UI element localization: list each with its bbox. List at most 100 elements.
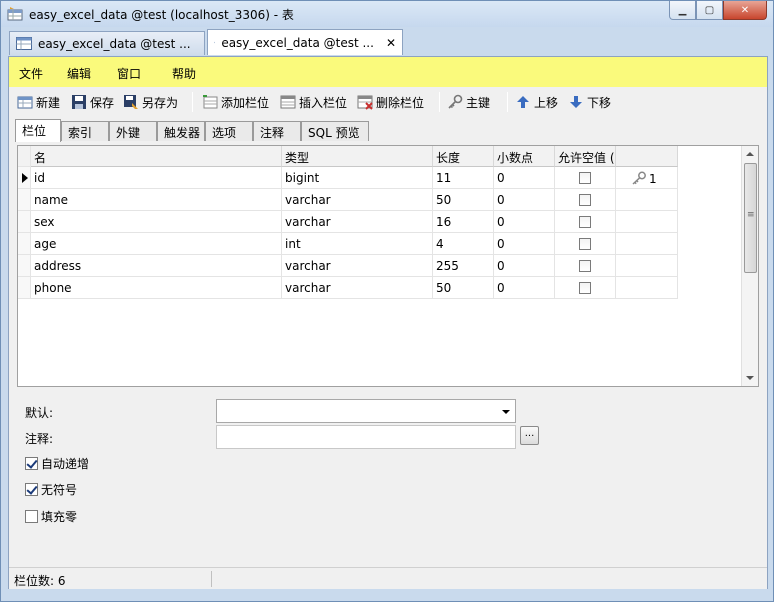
comment-field[interactable] (216, 425, 516, 449)
cell-name[interactable]: address (31, 255, 282, 277)
cell-type[interactable]: bigint (282, 167, 433, 189)
cell-decimals[interactable]: 0 (494, 255, 555, 277)
menu-help[interactable]: 帮助 (172, 65, 196, 82)
tab-options[interactable]: 选项 (205, 121, 253, 141)
delete-field-icon (357, 95, 373, 110)
auto-increment-checkbox[interactable] (25, 456, 38, 470)
close-window-button[interactable]: ✕ (723, 1, 767, 20)
cell-type[interactable]: varchar (282, 211, 433, 233)
save-as-button[interactable]: 另存为 (123, 93, 178, 111)
key-order: 1 (649, 172, 657, 186)
save-button[interactable]: 保存 (71, 93, 114, 111)
cell-name[interactable]: id (31, 167, 282, 189)
move-up-button[interactable]: 上移 (515, 93, 558, 111)
cell-key[interactable] (616, 255, 678, 277)
row-selector[interactable] (18, 211, 31, 233)
close-icon: ✕ (740, 4, 750, 16)
tab-foreign-keys[interactable]: 外键 (109, 121, 157, 141)
cell-length[interactable]: 50 (433, 189, 494, 211)
comment-editor-button[interactable]: ... (520, 426, 539, 445)
cell-type[interactable]: varchar (282, 189, 433, 211)
default-dropdown[interactable] (216, 399, 516, 423)
table-designer: 文件 编辑 窗口 帮助 新建 保存 另存为 添加栏位 插入栏位 删除栏位 主键 … (8, 56, 768, 589)
allow-null-checkbox[interactable] (579, 216, 591, 228)
doc-tab-1[interactable]: easy_excel_data @test ... (9, 31, 205, 55)
save-as-icon (124, 95, 138, 109)
table-row[interactable]: sex varchar 16 0 (18, 211, 678, 233)
cell-decimals[interactable]: 0 (494, 233, 555, 255)
allow-null-checkbox[interactable] (579, 238, 591, 250)
cell-type[interactable]: int (282, 233, 433, 255)
minimize-button[interactable]: ▁ (669, 1, 696, 20)
table-row[interactable]: phone varchar 50 0 (18, 277, 678, 299)
scroll-up-icon[interactable] (746, 152, 754, 156)
allow-null-checkbox[interactable] (579, 172, 591, 184)
close-tab-icon[interactable]: ✕ (386, 36, 396, 50)
row-selector[interactable] (18, 277, 31, 299)
row-selector[interactable] (18, 189, 31, 211)
cell-name[interactable]: sex (31, 211, 282, 233)
cell-key[interactable]: 1 (616, 167, 678, 189)
auto-increment-option[interactable]: 自动递增 (25, 455, 89, 471)
zerofill-option[interactable]: 填充零 (25, 508, 77, 524)
scroll-down-icon[interactable] (746, 376, 754, 380)
cell-name[interactable]: phone (31, 277, 282, 299)
current-row-indicator[interactable] (18, 167, 31, 189)
row-selector[interactable] (18, 233, 31, 255)
cell-decimals[interactable]: 0 (494, 211, 555, 233)
delete-field-label: 删除栏位 (376, 95, 425, 110)
cell-length[interactable]: 50 (433, 277, 494, 299)
cell-type[interactable]: varchar (282, 255, 433, 277)
table-icon (7, 7, 23, 21)
menu-window[interactable]: 窗口 (117, 65, 141, 82)
cell-decimals[interactable]: 0 (494, 277, 555, 299)
tab-comment[interactable]: 注释 (253, 121, 301, 141)
cell-length[interactable]: 4 (433, 233, 494, 255)
tab-sql-preview[interactable]: SQL 预览 (301, 121, 369, 141)
cell-allow-null (555, 233, 616, 255)
table-row[interactable]: age int 4 0 (18, 233, 678, 255)
doc-tab-2[interactable]: easy_excel_data @test ... ✕ (207, 29, 403, 55)
cell-decimals[interactable]: 0 (494, 167, 555, 189)
row-selector[interactable] (18, 255, 31, 277)
cell-length[interactable]: 11 (433, 167, 494, 189)
primary-key-icon (632, 171, 646, 185)
new-button[interactable]: 新建 (17, 93, 60, 111)
menu-edit[interactable]: 编辑 (67, 65, 91, 82)
primary-key-button[interactable]: 主键 (447, 93, 490, 111)
allow-null-checkbox[interactable] (579, 282, 591, 294)
menu-file[interactable]: 文件 (19, 65, 43, 82)
toolbar-separator (192, 92, 193, 112)
cell-key[interactable] (616, 277, 678, 299)
tab-fields[interactable]: 栏位 (15, 119, 61, 142)
cell-key[interactable] (616, 211, 678, 233)
cell-decimals[interactable]: 0 (494, 189, 555, 211)
unsigned-checkbox[interactable] (25, 482, 38, 496)
allow-null-checkbox[interactable] (579, 260, 591, 272)
delete-field-button[interactable]: 删除栏位 (357, 93, 424, 111)
primary-key-label: 主键 (466, 95, 491, 110)
table-row[interactable]: id bigint 11 0 1 (18, 167, 678, 189)
add-field-button[interactable]: 添加栏位 (202, 93, 269, 111)
scroll-thumb[interactable] (744, 163, 757, 273)
cell-length[interactable]: 255 (433, 255, 494, 277)
insert-field-label: 插入栏位 (299, 95, 348, 110)
maximize-button[interactable]: ▢ (696, 1, 723, 20)
vertical-scrollbar[interactable] (741, 146, 758, 386)
table-row[interactable]: address varchar 255 0 (18, 255, 678, 277)
move-down-label: 下移 (587, 95, 612, 110)
insert-field-button[interactable]: 插入栏位 (280, 93, 347, 111)
cell-key[interactable] (616, 189, 678, 211)
unsigned-option[interactable]: 无符号 (25, 481, 77, 497)
cell-name[interactable]: age (31, 233, 282, 255)
tab-indexes[interactable]: 索引 (61, 121, 109, 141)
allow-null-checkbox[interactable] (579, 194, 591, 206)
cell-length[interactable]: 16 (433, 211, 494, 233)
move-down-button[interactable]: 下移 (568, 93, 611, 111)
cell-type[interactable]: varchar (282, 277, 433, 299)
cell-key[interactable] (616, 233, 678, 255)
cell-name[interactable]: name (31, 189, 282, 211)
table-row[interactable]: name varchar 50 0 (18, 189, 678, 211)
zerofill-checkbox[interactable] (25, 509, 38, 523)
tab-triggers[interactable]: 触发器 (157, 121, 205, 141)
